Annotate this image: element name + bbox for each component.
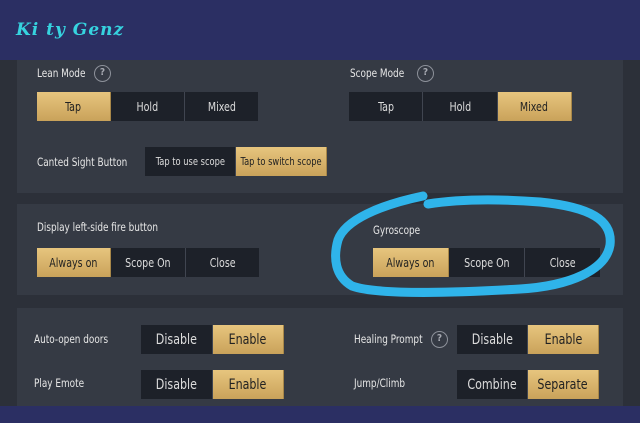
auto-doors-label: Auto-open doors	[34, 332, 109, 346]
lean-mode-option-tap[interactable]: Tap	[37, 92, 111, 121]
left-fire-option-always-on[interactable]: Always on	[37, 248, 112, 277]
canted-sight-option-use-scope[interactable]: Tap to use scope	[145, 147, 236, 176]
play-emote-option-enable[interactable]: Enable	[212, 370, 284, 399]
canted-sight-label: Canted Sight Button	[37, 155, 128, 169]
jump-climb-option-combine[interactable]: Combine	[457, 370, 528, 399]
jump-climb-label: Jump/Climb	[354, 376, 406, 390]
lean-mode-selector: Tap Hold Mixed	[37, 92, 258, 121]
healing-prompt-help-icon[interactable]: ?	[431, 331, 448, 348]
panel-misc-settings: Auto-open doors Disable Enable Healing P…	[17, 308, 623, 406]
scope-mode-help-icon[interactable]: ?	[417, 65, 434, 82]
game-settings-screen: Lean Mode ? Tap Hold Mixed Scope Mode ? …	[0, 60, 640, 406]
left-fire-selector: Always on Scope On Close	[37, 248, 259, 277]
scope-mode-option-tap[interactable]: Tap	[349, 92, 424, 121]
scope-mode-label: Scope Mode	[350, 66, 405, 80]
gyroscope-label: Gyroscope	[373, 223, 421, 237]
scope-mode-option-hold[interactable]: Hold	[423, 92, 498, 121]
auto-doors-toggle: Disable Enable	[141, 325, 284, 354]
healing-prompt-toggle: Disable Enable	[457, 325, 599, 354]
healing-prompt-option-enable[interactable]: Enable	[528, 325, 599, 354]
healing-prompt-option-disable[interactable]: Disable	[457, 325, 528, 354]
healing-prompt-label: Healing Prompt	[354, 332, 423, 346]
panel-fire-gyro-settings: Display left-side fire button Always on …	[17, 204, 623, 295]
canted-sight-option-switch-scope[interactable]: Tap to switch scope	[236, 147, 327, 176]
scope-mode-option-mixed[interactable]: Mixed	[497, 92, 572, 121]
lean-mode-option-hold[interactable]: Hold	[111, 92, 185, 121]
gyroscope-option-scope-on[interactable]: Scope On	[449, 248, 525, 277]
auto-doors-option-disable[interactable]: Disable	[141, 325, 213, 354]
jump-climb-toggle: Combine Separate	[457, 370, 599, 399]
lean-mode-help-icon[interactable]: ?	[94, 65, 111, 82]
left-fire-option-scope-on[interactable]: Scope On	[111, 248, 186, 277]
gyroscope-selector: Always on Scope On Close	[373, 248, 600, 277]
gyroscope-option-always-on[interactable]: Always on	[373, 248, 449, 277]
play-emote-option-disable[interactable]: Disable	[141, 370, 213, 399]
lean-mode-label: Lean Mode	[37, 66, 86, 80]
auto-doors-option-enable[interactable]: Enable	[212, 325, 284, 354]
left-fire-label: Display left-side fire button	[37, 220, 158, 234]
gyroscope-option-close[interactable]: Close	[525, 248, 600, 277]
panel-scope-settings: Lean Mode ? Tap Hold Mixed Scope Mode ? …	[17, 60, 623, 193]
bottom-frame-bar	[0, 406, 640, 423]
lean-mode-option-mixed[interactable]: Mixed	[185, 92, 258, 121]
brand-watermark: Ki ty Genz	[16, 20, 125, 40]
left-fire-option-close[interactable]: Close	[185, 248, 259, 277]
play-emote-toggle: Disable Enable	[141, 370, 284, 399]
canted-sight-selector: Tap to use scope Tap to switch scope	[145, 147, 327, 176]
scope-mode-selector: Tap Hold Mixed	[349, 92, 572, 121]
play-emote-label: Play Emote	[34, 376, 85, 390]
jump-climb-option-separate[interactable]: Separate	[528, 370, 599, 399]
